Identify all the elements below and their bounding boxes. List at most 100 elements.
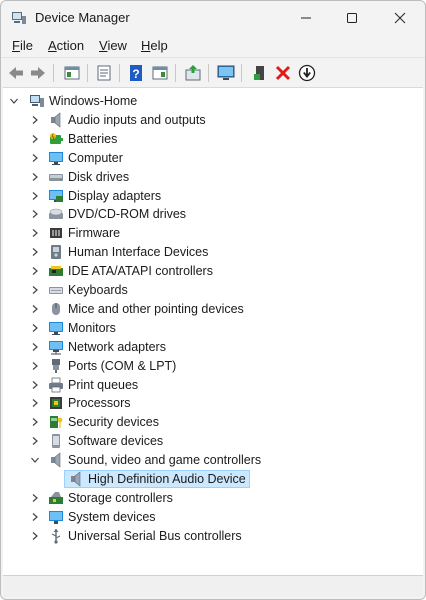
expand-chevron-icon[interactable] [30, 115, 40, 125]
expand-chevron-icon[interactable] [30, 247, 40, 257]
expand-chevron-icon[interactable] [30, 153, 40, 163]
tree-item-label: Display adapters [68, 188, 162, 203]
tree-item-audio-inputs-and-outputs[interactable]: Audio inputs and outputs [3, 111, 423, 130]
scan-for-hardware-changes-button[interactable] [215, 62, 237, 84]
menu-view[interactable]: View [99, 38, 127, 53]
minimize-button[interactable] [283, 1, 329, 35]
tree-item-network-adapters[interactable]: Network adapters [3, 338, 423, 357]
expand-chevron-icon[interactable] [30, 172, 40, 182]
tree-item-monitors[interactable]: Monitors [3, 319, 423, 338]
tree-item-label: Processors [68, 396, 131, 411]
close-button[interactable] [377, 1, 423, 35]
tree-item-label: Security devices [68, 415, 160, 430]
uninstall-device-button[interactable] [272, 62, 294, 84]
expand-chevron-icon[interactable] [30, 266, 40, 276]
security-device-icon [48, 414, 64, 430]
usb-icon [48, 528, 64, 544]
properties-button[interactable] [93, 62, 115, 84]
tree-item-label: Network adapters [68, 339, 166, 354]
tree-item-label: Firmware [68, 226, 121, 241]
expand-chevron-icon[interactable] [30, 304, 40, 314]
expand-chevron-icon[interactable] [30, 398, 40, 408]
expand-chevron-icon[interactable] [30, 209, 40, 219]
tree-item-mice-and-other-pointing-devices[interactable]: Mice and other pointing devices [3, 300, 423, 319]
show-hide-console-tree-button[interactable] [61, 62, 83, 84]
expand-chevron-icon[interactable] [30, 134, 40, 144]
tree-item-label: Sound, video and game controllers [68, 453, 262, 468]
toolbar-separator [208, 64, 209, 82]
action-pane-icon [152, 66, 168, 80]
tree-item-security-devices[interactable]: Security devices [3, 413, 423, 432]
expand-chevron-icon[interactable] [30, 512, 40, 522]
expand-chevron-icon[interactable] [30, 323, 40, 333]
disable-device-button[interactable] [296, 62, 318, 84]
help-button[interactable]: ? [125, 62, 147, 84]
monitor-icon [48, 320, 64, 336]
tree-item-batteries[interactable]: Batteries [3, 130, 423, 149]
tree-item-label: Mice and other pointing devices [68, 301, 244, 316]
tree-item-firmware[interactable]: Firmware [3, 224, 423, 243]
expand-chevron-icon[interactable] [30, 191, 40, 201]
battery-icon [48, 131, 64, 147]
expand-chevron-icon[interactable] [30, 342, 40, 352]
expand-chevron-icon[interactable] [30, 380, 40, 390]
tree-item-universal-serial-bus-controllers[interactable]: Universal Serial Bus controllers [3, 527, 423, 546]
expand-chevron-icon[interactable] [30, 436, 40, 446]
tree-item-ports-com-lpt[interactable]: Ports (COM & LPT) [3, 357, 423, 376]
update-driver-button[interactable] [182, 62, 204, 84]
back-button[interactable] [5, 62, 27, 84]
device-manager-window: Device Manager File Action View Help ? W… [0, 0, 426, 600]
speaker-icon [68, 471, 84, 487]
tree-item-human-interface-devices[interactable]: Human Interface Devices [3, 243, 423, 262]
window-title: Device Manager [35, 10, 130, 25]
maximize-button[interactable] [329, 1, 375, 35]
menu-action[interactable]: Action [48, 38, 84, 53]
expand-chevron-icon[interactable] [30, 361, 40, 371]
tree-item-label: IDE ATA/ATAPI controllers [68, 264, 213, 279]
forward-button[interactable] [27, 62, 49, 84]
expand-chevron-icon[interactable] [30, 228, 40, 238]
collapse-chevron-icon[interactable] [30, 455, 40, 465]
expand-chevron-icon[interactable] [30, 417, 40, 427]
ide-controller-icon [48, 263, 64, 279]
toolbar-separator [87, 64, 88, 82]
expand-chevron-icon[interactable] [30, 531, 40, 541]
expand-chevron-icon[interactable] [30, 493, 40, 503]
menu-file[interactable]: File [12, 38, 33, 53]
tree-item-label: System devices [68, 509, 156, 524]
tree-item-label: Batteries [68, 131, 118, 146]
close-icon [394, 12, 406, 24]
tree-item-ide-ata-atapi-controllers[interactable]: IDE ATA/ATAPI controllers [3, 262, 423, 281]
tree-item-keyboards[interactable]: Keyboards [3, 281, 423, 300]
help-icon: ? [130, 65, 142, 81]
show-hide-action-pane-button[interactable] [149, 62, 171, 84]
tree-item-software-devices[interactable]: Software devices [3, 432, 423, 451]
tree-root-windows-home[interactable]: Windows-Home [3, 92, 423, 111]
back-arrow-icon [9, 67, 23, 79]
forward-arrow-icon [31, 67, 45, 79]
title-bar[interactable]: Device Manager [1, 1, 425, 35]
tree-item-sound-video-and-game-controllers[interactable]: Sound, video and game controllers [3, 451, 423, 470]
tree-item-system-devices[interactable]: System devices [3, 508, 423, 527]
expand-chevron-icon[interactable] [30, 285, 40, 295]
tree-item-display-adapters[interactable]: Display adapters [3, 187, 423, 206]
tree-item-label: Disk drives [68, 169, 130, 184]
add-legacy-hardware-button[interactable] [249, 62, 271, 84]
tree-item-disk-drives[interactable]: Disk drives [3, 168, 423, 187]
computer-root-icon [29, 93, 45, 109]
tree-item-high-definition-audio-device[interactable]: High Definition Audio Device [3, 470, 423, 489]
menu-bar: File Action View Help [1, 35, 425, 57]
tree-item-label: Universal Serial Bus controllers [68, 528, 242, 543]
menu-help[interactable]: Help [141, 38, 168, 53]
console-tree-icon [64, 66, 80, 80]
collapse-chevron-icon[interactable] [9, 96, 19, 106]
properties-icon [97, 65, 111, 81]
tree-item-print-queues[interactable]: Print queues [3, 376, 423, 395]
tree-item-dvd-cd-rom-drives[interactable]: DVD/CD-ROM drives [3, 205, 423, 224]
network-adapter-icon [48, 339, 64, 355]
tree-item-processors[interactable]: Processors [3, 394, 423, 413]
add-driver-icon [254, 66, 264, 80]
device-tree[interactable]: Windows-Home Audio inputs and outputs Batt… [3, 87, 423, 575]
tree-item-storage-controllers[interactable]: Storage controllers [3, 489, 423, 508]
tree-item-computer[interactable]: Computer [3, 149, 423, 168]
